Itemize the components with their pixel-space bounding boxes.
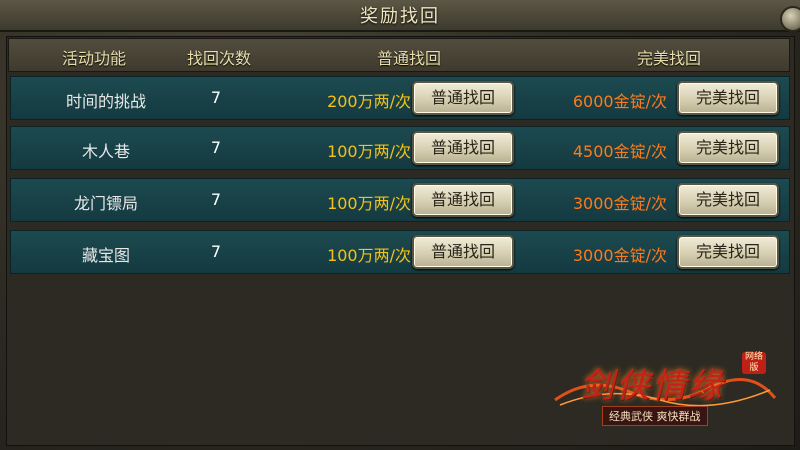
game-logo: 剑侠情缘 网络版 经典武侠 爽快群战 bbox=[550, 350, 780, 430]
close-icon[interactable] bbox=[780, 6, 800, 32]
table-row: 时间的挑战 7 200万两/次 普通找回 6000金锭/次 完美找回 bbox=[10, 76, 790, 120]
header-normal: 普通找回 bbox=[376, 49, 441, 68]
header-count: 找回次数 bbox=[186, 49, 251, 68]
perfect-retrieve-button[interactable]: 完美找回 bbox=[677, 131, 779, 165]
perfect-cost: 4500金锭/次 bbox=[572, 142, 667, 161]
table-row: 龙门镖局 7 100万两/次 普通找回 3000金锭/次 完美找回 bbox=[10, 178, 790, 222]
retrieve-count: 7 bbox=[210, 242, 222, 261]
logo-title: 剑侠情缘 bbox=[580, 366, 724, 406]
normal-retrieve-button[interactable]: 普通找回 bbox=[412, 235, 514, 269]
retrieve-count: 7 bbox=[210, 88, 222, 107]
perfect-cost: 6000金锭/次 bbox=[572, 92, 667, 111]
perfect-cost: 3000金锭/次 bbox=[572, 246, 667, 265]
normal-retrieve-button[interactable]: 普通找回 bbox=[412, 131, 514, 165]
retrieve-count: 7 bbox=[210, 190, 222, 209]
header-perfect: 完美找回 bbox=[636, 49, 701, 68]
logo-subtitle: 经典武侠 爽快群战 bbox=[602, 406, 708, 426]
table-row: 藏宝图 7 100万两/次 普通找回 3000金锭/次 完美找回 bbox=[10, 230, 790, 274]
normal-cost: 100万两/次 bbox=[327, 194, 411, 213]
logo-badge: 网络版 bbox=[742, 352, 766, 374]
normal-cost: 200万两/次 bbox=[327, 92, 411, 111]
retrieve-count: 7 bbox=[210, 138, 222, 157]
normal-retrieve-button[interactable]: 普通找回 bbox=[412, 81, 514, 115]
normal-cost: 100万两/次 bbox=[327, 142, 411, 161]
perfect-cost: 3000金锭/次 bbox=[572, 194, 667, 213]
perfect-retrieve-button[interactable]: 完美找回 bbox=[677, 81, 779, 115]
table-row: 木人巷 7 100万两/次 普通找回 4500金锭/次 完美找回 bbox=[10, 126, 790, 170]
window-title: 奖励找回 bbox=[360, 6, 440, 27]
normal-cost: 100万两/次 bbox=[327, 246, 411, 265]
perfect-retrieve-button[interactable]: 完美找回 bbox=[677, 183, 779, 217]
normal-retrieve-button[interactable]: 普通找回 bbox=[412, 183, 514, 217]
table-header: 活动功能 找回次数 普通找回 完美找回 bbox=[8, 38, 790, 72]
perfect-retrieve-button[interactable]: 完美找回 bbox=[677, 235, 779, 269]
